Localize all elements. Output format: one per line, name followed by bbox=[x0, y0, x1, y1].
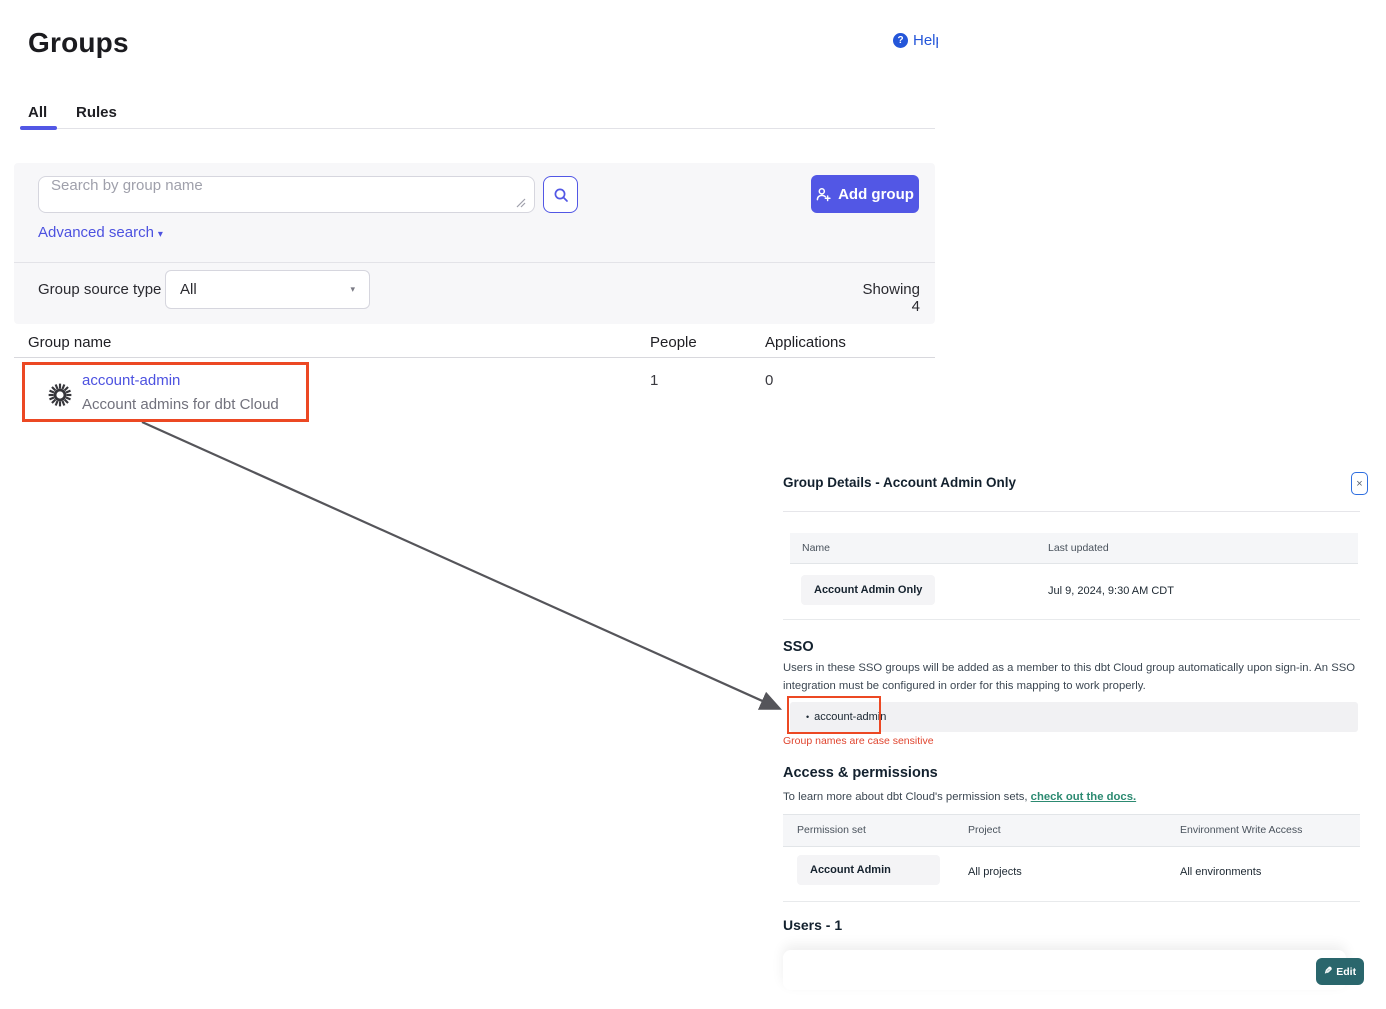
advanced-search-toggle[interactable]: Advanced search ▾ bbox=[38, 224, 163, 241]
group-name-pill: Account Admin Only bbox=[801, 575, 935, 605]
group-source-type-select[interactable]: All ▾ bbox=[165, 270, 370, 309]
docs-link[interactable]: check out the docs. bbox=[1031, 791, 1136, 803]
annotation-box-sso-chip bbox=[787, 696, 881, 734]
access-permissions-description: To learn more about dbt Cloud's permissi… bbox=[783, 791, 1136, 803]
group-applications-count: 0 bbox=[765, 372, 773, 389]
tab-rules[interactable]: Rules bbox=[76, 104, 117, 121]
last-updated-value: Jul 9, 2024, 9:30 AM CDT bbox=[1048, 585, 1174, 597]
resize-handle-icon[interactable] bbox=[514, 196, 526, 208]
permission-env-value: All environments bbox=[1180, 866, 1261, 878]
add-group-button[interactable]: Add group bbox=[811, 175, 919, 213]
details-footer-bar bbox=[783, 950, 1346, 990]
close-button[interactable]: × bbox=[1351, 472, 1368, 495]
column-header-people: People bbox=[650, 334, 697, 351]
sso-case-sensitive-warning: Group names are case sensitive bbox=[783, 735, 934, 747]
details-header-divider bbox=[783, 511, 1360, 512]
permissions-table-bottom-divider bbox=[783, 901, 1360, 902]
users-heading: Users - 1 bbox=[783, 917, 842, 933]
name-table-header-last-updated: Last updated bbox=[1048, 542, 1109, 554]
search-icon bbox=[553, 187, 569, 203]
showing-count: Showing 4 bbox=[855, 281, 920, 315]
sso-heading: SSO bbox=[783, 639, 814, 655]
name-table-header-name: Name bbox=[802, 542, 830, 554]
column-header-group-name: Group name bbox=[28, 334, 111, 351]
help-label: Help bbox=[913, 32, 938, 49]
name-table-bottom-divider bbox=[783, 619, 1360, 620]
group-source-type-value: All bbox=[180, 281, 197, 298]
search-button[interactable] bbox=[543, 176, 578, 213]
close-icon: × bbox=[1356, 478, 1362, 490]
permissions-header-permission-set: Permission set bbox=[797, 824, 866, 836]
search-input[interactable] bbox=[38, 176, 535, 213]
table-header-divider bbox=[14, 357, 935, 358]
access-permissions-heading: Access & permissions bbox=[783, 765, 938, 781]
tab-all[interactable]: All bbox=[28, 104, 47, 121]
caret-down-icon: ▾ bbox=[158, 229, 163, 240]
annotation-box-group-row bbox=[22, 362, 309, 422]
advanced-search-label: Advanced search bbox=[38, 224, 154, 241]
edit-button[interactable]: ✎ Edit bbox=[1316, 958, 1364, 985]
question-icon: ? bbox=[893, 33, 908, 48]
page-title: Groups bbox=[28, 27, 129, 59]
add-group-label: Add group bbox=[838, 186, 914, 203]
annotation-arrow bbox=[0, 0, 1386, 1009]
details-panel-title: Group Details - Account Admin Only bbox=[783, 475, 1016, 490]
caret-down-icon: ▾ bbox=[350, 284, 355, 295]
group-source-type-label: Group source type bbox=[38, 281, 161, 298]
tabs-divider bbox=[20, 128, 935, 129]
pencil-icon: ✎ bbox=[1324, 966, 1332, 977]
sso-description: Users in these SSO groups will be added … bbox=[783, 660, 1356, 695]
permissions-header-project: Project bbox=[968, 824, 1001, 836]
permission-project-value: All projects bbox=[968, 866, 1022, 878]
permissions-header-env-write-access: Environment Write Access bbox=[1180, 824, 1302, 836]
group-people-count: 1 bbox=[650, 372, 658, 389]
permission-set-pill: Account Admin bbox=[797, 855, 940, 885]
add-user-icon bbox=[816, 187, 831, 202]
access-description-text: To learn more about dbt Cloud's permissi… bbox=[783, 791, 1031, 803]
column-header-applications: Applications bbox=[765, 334, 846, 351]
active-tab-underline bbox=[20, 126, 57, 130]
filter-panel-divider bbox=[14, 262, 935, 263]
edit-label: Edit bbox=[1336, 966, 1356, 978]
help-link[interactable]: ? Help bbox=[893, 32, 938, 49]
